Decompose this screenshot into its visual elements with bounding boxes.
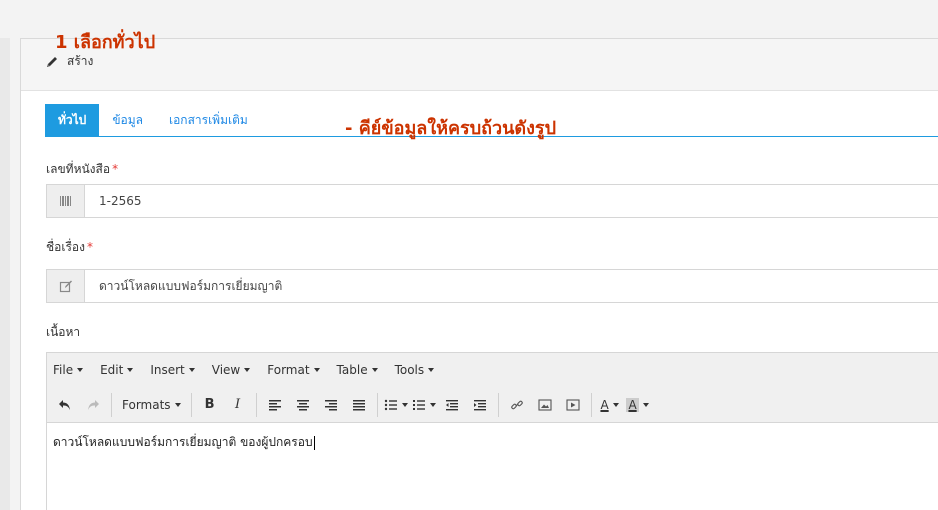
caret-down-icon: [429, 402, 436, 407]
subject-field: ดาวน์โหลดแบบฟอร์มการเยี่ยมญาติ: [46, 269, 938, 303]
caret-down-icon: [244, 368, 251, 372]
menu-format[interactable]: Format: [267, 363, 320, 377]
edit-icon: [47, 270, 85, 302]
redo-icon[interactable]: [81, 393, 105, 417]
toolbar-separator: [190, 392, 192, 417]
bold-icon[interactable]: B: [198, 393, 222, 417]
barcode-icon: [47, 185, 85, 217]
text-cursor: [313, 435, 315, 450]
menu-edit-label: Edit: [100, 363, 124, 377]
tab-attachments[interactable]: เอกสารเพิ่มเติม: [156, 104, 261, 136]
align-left-icon[interactable]: [263, 393, 287, 417]
link-icon[interactable]: [505, 393, 529, 417]
caret-down-icon: [642, 402, 649, 407]
editor-toolbar: Formats B I A A: [47, 387, 938, 423]
subject-input[interactable]: ดาวน์โหลดแบบฟอร์มการเยี่ยมญาติ: [85, 270, 282, 302]
menu-file[interactable]: File: [53, 363, 84, 377]
doc-number-input[interactable]: 1-2565: [85, 185, 142, 217]
toolbar-separator: [376, 392, 378, 417]
numbered-list-icon[interactable]: [412, 393, 436, 417]
caret-down-icon: [188, 368, 195, 372]
menu-file-label: File: [53, 363, 74, 377]
annotation-step-2: - คีย์ข้อมูลให้ครบถ้วนดังรูป: [345, 118, 557, 139]
image-icon[interactable]: [533, 393, 557, 417]
subject-label-text: ชื่อเรื่อง: [46, 240, 85, 254]
content-label: เนื้อหา: [46, 325, 81, 339]
text-color-icon[interactable]: A: [598, 393, 622, 417]
toolbar-separator: [255, 392, 257, 417]
toolbar-separator: [111, 392, 112, 417]
tab-bar: ทั่วไป ข้อมูล เอกสารเพิ่มเติม: [45, 104, 261, 136]
editor-menubar: File Edit Insert View Format Table Tools: [47, 353, 938, 387]
formats-label: Formats: [122, 397, 171, 412]
menu-edit[interactable]: Edit: [100, 363, 134, 377]
menu-insert[interactable]: Insert: [150, 363, 195, 377]
undo-icon[interactable]: [53, 393, 77, 417]
menu-table-label: Table: [336, 363, 368, 377]
caret-down-icon: [612, 402, 619, 407]
caret-down-icon: [174, 402, 181, 407]
caret-down-icon: [401, 402, 408, 407]
caret-down-icon: [428, 368, 435, 372]
toolbar-separator: [497, 392, 499, 417]
bullet-list-icon[interactable]: [384, 393, 408, 417]
caret-down-icon: [313, 368, 320, 372]
menu-format-label: Format: [267, 363, 310, 377]
media-icon[interactable]: [561, 393, 585, 417]
left-strip: [0, 38, 10, 510]
menu-tools[interactable]: Tools: [395, 363, 435, 377]
pencil-icon: [47, 56, 57, 67]
annotation-step-1: 1 เลือกทั่วไป: [55, 32, 156, 53]
outdent-icon[interactable]: [440, 393, 464, 417]
align-center-icon[interactable]: [291, 393, 315, 417]
menu-table[interactable]: Table: [337, 363, 378, 377]
tab-general[interactable]: ทั่วไป: [45, 104, 100, 136]
caret-down-icon: [371, 368, 378, 372]
required-mark: *: [86, 240, 93, 254]
align-right-icon[interactable]: [319, 393, 343, 417]
menu-view[interactable]: View: [211, 363, 251, 377]
caret-down-icon: [77, 368, 84, 372]
indent-icon[interactable]: [468, 393, 492, 417]
toolbar-separator: [590, 392, 592, 417]
subject-label: ชื่อเรื่อง *: [46, 238, 93, 257]
required-mark: *: [112, 162, 119, 176]
doc-number-label: เลขที่หนังสือ *: [46, 160, 118, 179]
align-justify-icon[interactable]: [347, 393, 371, 417]
tab-data[interactable]: ข้อมูล: [99, 104, 156, 136]
background-color-icon[interactable]: A: [626, 393, 650, 417]
caret-down-icon: [127, 368, 134, 372]
doc-number-field: 1-2565: [46, 184, 938, 218]
menu-insert-label: Insert: [150, 363, 185, 377]
create-panel: สร้าง ทั่วไป ข้อมูล เอกสารเพิ่มเติม เลขท…: [20, 38, 938, 510]
rich-text-editor: File Edit Insert View Format Table Tools…: [46, 352, 938, 510]
menu-tools-label: Tools: [394, 363, 425, 377]
panel-header: สร้าง: [21, 39, 938, 91]
doc-number-label-text: เลขที่หนังสือ: [46, 162, 111, 176]
editor-content-area[interactable]: ดาวน์โหลดแบบฟอร์มการเยี่ยมญาติ ของผู้ปกค…: [47, 423, 938, 462]
editor-content-text: ดาวน์โหลดแบบฟอร์มการเยี่ยมญาติ ของผู้ปกค…: [53, 435, 313, 449]
formats-dropdown[interactable]: Formats: [118, 393, 185, 417]
italic-icon[interactable]: I: [226, 393, 250, 417]
menu-view-label: View: [211, 363, 241, 377]
